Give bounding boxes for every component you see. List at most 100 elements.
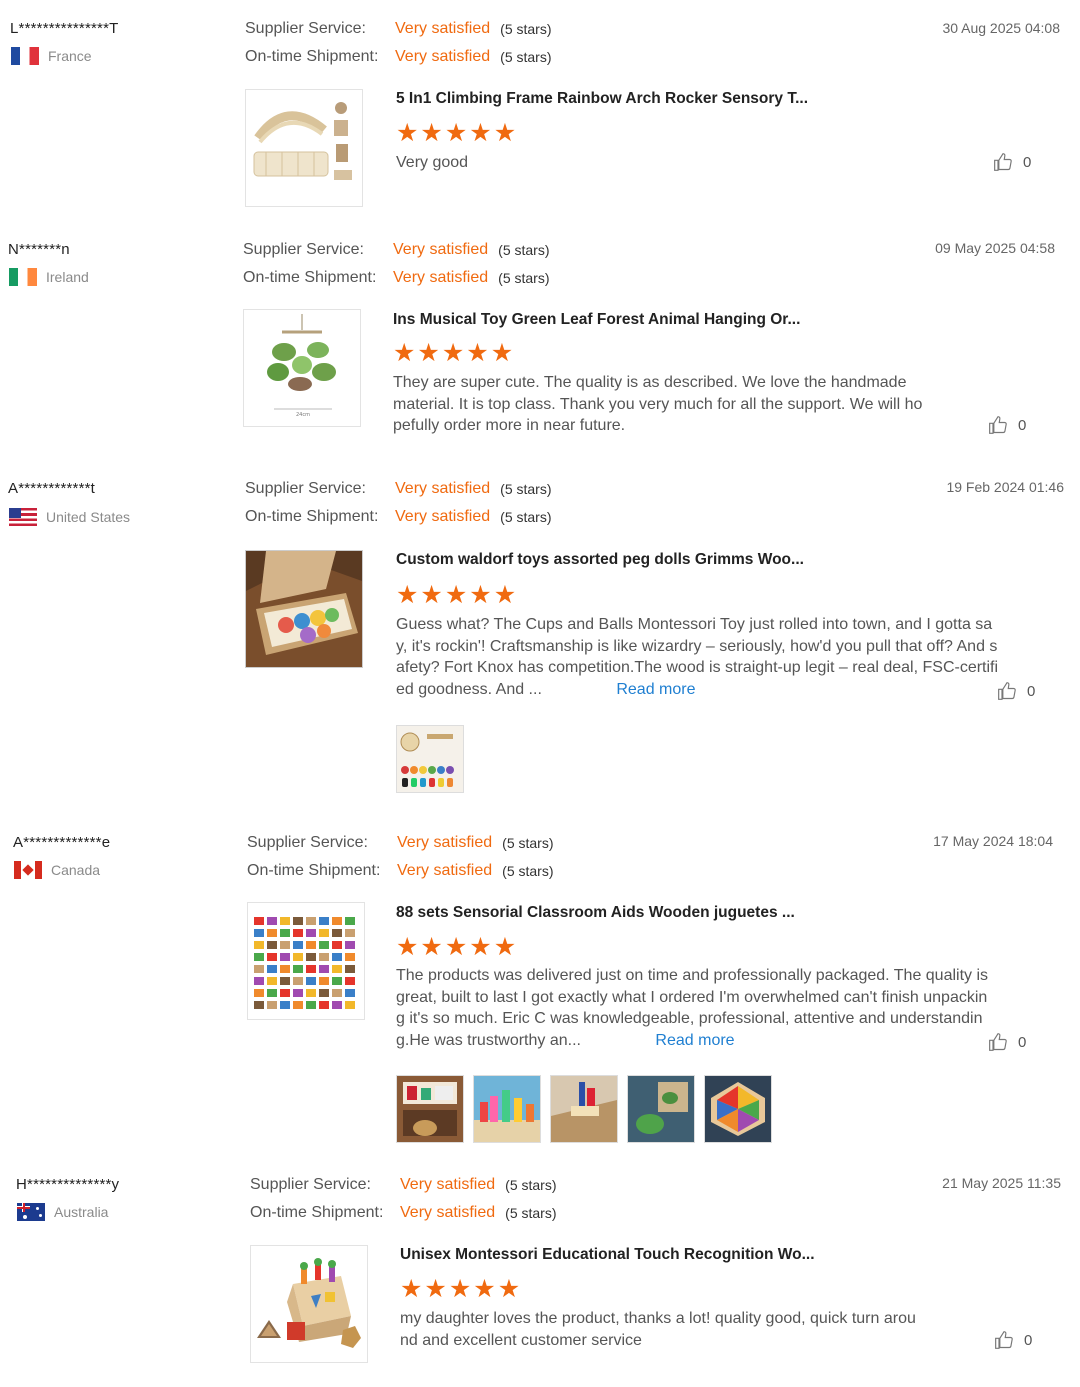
product-title[interactable]: 5 In1 Climbing Frame Rainbow Arch Rocker… (396, 90, 808, 108)
shipment-rating: On-time Shipment: Very satisfied (5 star… (245, 508, 552, 526)
read-more-link[interactable]: Read more (616, 681, 695, 698)
like-button[interactable]: 0 (993, 152, 1031, 172)
product-thumbnail[interactable] (245, 89, 363, 207)
star-icon: ★ (417, 339, 440, 367)
reviewer-name: N*******n (8, 241, 70, 258)
star-icon: ★ (396, 933, 419, 961)
review-photo[interactable] (396, 725, 464, 793)
product-thumbnail[interactable] (250, 1245, 368, 1363)
country-name: Ireland (46, 269, 89, 285)
sensorial-item-thumb (306, 977, 316, 985)
sensorial-item-thumb (319, 929, 329, 937)
climbing-frame-image (253, 102, 352, 180)
like-count: 0 (1018, 416, 1027, 434)
sensorial-item-thumb (332, 965, 342, 973)
sensorial-item-thumb (319, 965, 329, 973)
shipment-stars: (5 stars) (500, 49, 552, 65)
australia-flag-icon (17, 1203, 45, 1221)
product-title[interactable]: Custom waldorf toys assorted peg dolls G… (396, 551, 804, 569)
product-thumbnail[interactable]: 24cm (243, 309, 361, 427)
supplier-service-rating: Supplier Service: Very satisfied (5 star… (243, 241, 550, 259)
shipment-value: Very satisfied (397, 862, 493, 879)
shipment-stars: (5 stars) (498, 270, 550, 286)
photo-geometric-shapes-image (705, 1076, 771, 1142)
like-count: 0 (1023, 153, 1032, 171)
review-star-rating: ★ ★ ★ ★ ★ (396, 935, 516, 960)
star-icon: ★ (424, 1275, 447, 1303)
sensorial-item-thumb (293, 1001, 303, 1009)
supplier-service-stars: (5 stars) (498, 242, 550, 258)
supplier-service-rating: Supplier Service: Very satisfied (5 star… (245, 480, 552, 498)
sensorial-item-thumb (306, 989, 316, 997)
shipment-label: On-time Shipment: (243, 269, 377, 286)
sensorial-item-thumb (345, 929, 355, 937)
shipment-stars: (5 stars) (500, 509, 552, 525)
star-icon: ★ (420, 581, 443, 609)
star-icon: ★ (466, 339, 489, 367)
review-photo[interactable] (704, 1075, 772, 1143)
product-title[interactable]: Unisex Montessori Educational Touch Reco… (400, 1246, 815, 1264)
sensorial-item-thumb (267, 953, 277, 961)
supplier-service-value: Very satisfied (393, 241, 489, 258)
product-title[interactable]: 88 sets Sensorial Classroom Aids Wooden … (396, 904, 795, 922)
review-date: 30 Aug 2025 04:08 (942, 20, 1060, 36)
sensorial-item-thumb (345, 989, 355, 997)
sensorial-item-thumb (280, 917, 290, 925)
star-icon: ★ (493, 119, 517, 147)
like-button[interactable]: 0 (988, 1032, 1026, 1052)
sensorial-item-thumb (345, 917, 355, 925)
sensorial-item-thumb (293, 965, 303, 973)
sensorial-item-thumb (267, 929, 277, 937)
country-name: Canada (51, 862, 101, 878)
like-button[interactable]: 0 (997, 681, 1035, 701)
hanging-mobile-image: 24cm (267, 314, 336, 418)
review-photo[interactable] (396, 1075, 464, 1143)
supplier-service-label: Supplier Service: (243, 241, 364, 258)
sensorial-item-thumb (254, 941, 264, 949)
thumbs-up-icon (994, 153, 1012, 171)
review-text-body: Guess what? The Cups and Balls Montessor… (396, 616, 999, 698)
sensorial-item-thumb (319, 977, 329, 985)
review-star-rating: ★ ★ ★ ★ ★ (396, 121, 516, 146)
like-button[interactable]: 0 (988, 415, 1026, 435)
shape-sorter-box-image (257, 1258, 361, 1348)
reviewer-country: United States (9, 508, 130, 526)
sensorial-item-thumb (267, 965, 277, 973)
sensorial-item-thumb (254, 965, 264, 973)
product-title[interactable]: Ins Musical Toy Green Leaf Forest Animal… (393, 311, 800, 329)
review-photos (396, 1075, 772, 1143)
product-thumbnail[interactable] (245, 550, 363, 668)
sensorial-item-thumb (254, 989, 264, 997)
review-photo[interactable] (473, 1075, 541, 1143)
thumbs-up-icon (989, 1033, 1007, 1051)
sensorial-item-thumb (280, 941, 290, 949)
review-photo[interactable] (627, 1075, 695, 1143)
sensorial-item-thumb (319, 941, 329, 949)
supplier-service-stars: (5 stars) (505, 1177, 557, 1193)
review-photo[interactable] (550, 1075, 618, 1143)
shipment-rating: On-time Shipment: Very satisfied (5 star… (250, 1204, 557, 1222)
sensorial-item-thumb (345, 1001, 355, 1009)
like-button[interactable]: 0 (994, 1330, 1032, 1350)
supplier-service-value: Very satisfied (400, 1176, 496, 1193)
shipment-rating: On-time Shipment: Very satisfied (5 star… (243, 269, 550, 287)
review-photos (396, 725, 464, 793)
sensorial-item-thumb (293, 929, 303, 937)
sensorial-item-thumb (332, 1001, 342, 1009)
read-more-link[interactable]: Read more (655, 1032, 734, 1049)
star-icon: ★ (420, 933, 443, 961)
product-thumbnail[interactable] (247, 902, 365, 1020)
sensorial-item-thumb (267, 941, 277, 949)
supplier-service-value: Very satisfied (395, 480, 491, 497)
review-text: Very good (396, 154, 469, 171)
supplier-service-value: Very satisfied (395, 20, 491, 37)
review-star-rating: ★ ★ ★ ★ ★ (396, 583, 516, 608)
shipment-value: Very satisfied (395, 48, 491, 65)
sensorial-item-thumb (280, 929, 290, 937)
star-icon: ★ (448, 1275, 472, 1303)
sensorial-item-thumb (306, 965, 316, 973)
star-icon: ★ (444, 581, 468, 609)
star-icon: ★ (420, 119, 443, 147)
sensorial-item-thumb (332, 917, 342, 925)
sensorial-item-thumb (293, 917, 303, 925)
